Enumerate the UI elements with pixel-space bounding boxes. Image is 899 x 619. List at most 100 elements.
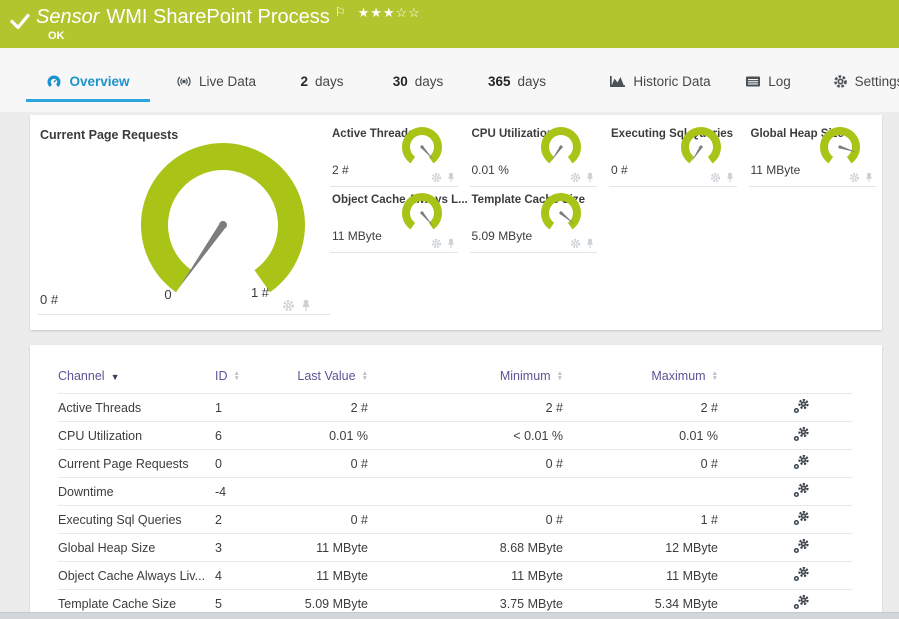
pin-gauge-icon[interactable] <box>725 172 735 183</box>
cell-minimum: 0 # <box>368 506 563 534</box>
channel-settings-gear-icon[interactable] <box>793 454 810 473</box>
sort-icon: ▲▼ <box>362 372 368 381</box>
channel-settings-gear-icon[interactable] <box>793 510 810 529</box>
table-row[interactable]: Global Heap Size 3 11 MByte 8.68 MByte 1… <box>58 534 852 562</box>
mini-gauge-value: 0 # <box>611 163 628 177</box>
cell-id: 2 <box>215 506 293 534</box>
mini-gauge-panel: Template Cache Size 5.09 MByte <box>470 187 598 253</box>
tab-2-days[interactable]: 2 days <box>292 63 352 99</box>
pin-gauge-icon[interactable] <box>446 172 456 183</box>
column-header-maximum[interactable]: Maximum▲▼ <box>563 359 718 394</box>
gear-icon <box>833 74 848 89</box>
table-row[interactable]: CPU Utilization 6 0.01 % < 0.01 % 0.01 % <box>58 422 852 450</box>
table-row[interactable]: Active Threads 1 2 # 2 # 2 # <box>58 394 852 422</box>
mini-gauges-grid: Active Threads 2 # CPU Utilization <box>330 121 876 253</box>
channel-settings-gear-icon[interactable] <box>793 398 810 417</box>
priority-stars[interactable]: ★★★☆☆ <box>358 5 421 20</box>
cell-maximum: 1 # <box>563 506 718 534</box>
channel-settings-gear-icon[interactable] <box>793 426 810 445</box>
table-header-row: Channel▼ ID▲▼ Last Value▲▼ Minimum▲▼ Max… <box>58 359 852 394</box>
cell-id: -4 <box>215 478 293 506</box>
cell-channel[interactable]: Active Threads <box>58 394 215 422</box>
column-header-id[interactable]: ID▲▼ <box>215 359 293 394</box>
cell-channel[interactable]: Current Page Requests <box>58 450 215 478</box>
gauge-settings-gear-icon[interactable] <box>570 238 581 249</box>
channel-table-panel: Channel▼ ID▲▼ Last Value▲▼ Minimum▲▼ Max… <box>30 345 882 612</box>
cell-last-value: 0 # <box>293 450 368 478</box>
tab-historic-data[interactable]: Historic Data <box>606 63 714 99</box>
cell-last-value: 11 MByte <box>293 534 368 562</box>
sort-desc-icon: ▼ <box>111 372 120 382</box>
mini-gauge-dial <box>398 192 446 236</box>
tab-settings[interactable]: Settings <box>826 63 899 99</box>
channel-settings-gear-icon[interactable] <box>793 538 810 557</box>
cell-id: 6 <box>215 422 293 450</box>
cell-minimum: < 0.01 % <box>368 422 563 450</box>
cell-minimum <box>368 478 563 506</box>
cell-maximum: 0 # <box>563 450 718 478</box>
cell-id: 4 <box>215 562 293 590</box>
flag-icon[interactable]: ⚐ <box>335 5 346 19</box>
object-kind-label: Sensor <box>36 6 99 28</box>
cell-minimum: 8.68 MByte <box>368 534 563 562</box>
channel-settings-gear-icon[interactable] <box>793 482 810 501</box>
cell-maximum: 12 MByte <box>563 534 718 562</box>
pin-gauge-icon[interactable] <box>585 238 595 249</box>
cell-minimum: 0 # <box>368 450 563 478</box>
pin-gauge-icon[interactable] <box>446 238 456 249</box>
page-title: WMI SharePoint Process <box>106 6 329 28</box>
table-row[interactable]: Object Cache Always Liv... 4 11 MByte 11… <box>58 562 852 590</box>
cell-channel[interactable]: Object Cache Always Liv... <box>58 562 215 590</box>
cell-maximum: 0.01 % <box>563 422 718 450</box>
tab-log[interactable]: Log <box>738 63 798 99</box>
mini-gauge-needle <box>690 145 703 163</box>
sort-icon: ▲▼ <box>557 372 563 381</box>
mini-gauge-dial <box>537 126 585 170</box>
tab-overview[interactable]: Overview <box>26 63 150 102</box>
pin-gauge-icon[interactable] <box>300 299 312 312</box>
cell-channel[interactable]: Downtime <box>58 478 215 506</box>
pin-gauge-icon[interactable] <box>585 172 595 183</box>
status-badge: OK <box>48 30 65 42</box>
cell-id: 0 <box>215 450 293 478</box>
pin-gauge-icon[interactable] <box>864 172 874 183</box>
column-header-last-value[interactable]: Last Value▲▼ <box>293 359 368 394</box>
column-header-channel[interactable]: Channel▼ <box>58 359 215 394</box>
mini-gauge-dial <box>816 126 864 170</box>
gauge-settings-gear-icon[interactable] <box>282 299 295 312</box>
tab-label: Settings <box>855 74 899 89</box>
gauge-scale-min: 0 <box>157 287 179 302</box>
gauge-settings-gear-icon[interactable] <box>849 172 860 183</box>
cell-channel[interactable]: Executing Sql Queries <box>58 506 215 534</box>
tab-365-days[interactable]: 365 days <box>478 63 556 99</box>
gauge-settings-gear-icon[interactable] <box>570 172 581 183</box>
divider <box>38 314 330 315</box>
channel-table: Channel▼ ID▲▼ Last Value▲▼ Minimum▲▼ Max… <box>58 359 852 618</box>
mini-gauge-panel: CPU Utilization 0.01 % <box>470 121 598 187</box>
gauge-settings-gear-icon[interactable] <box>431 238 442 249</box>
table-row[interactable]: Downtime -4 <box>58 478 852 506</box>
tab-30-days[interactable]: 30 days <box>384 63 452 99</box>
cell-channel[interactable]: Global Heap Size <box>58 534 215 562</box>
live-broadcast-icon <box>176 74 192 89</box>
channel-settings-gear-icon[interactable] <box>793 566 810 585</box>
sort-icon: ▲▼ <box>712 372 718 381</box>
tab-label: Overview <box>69 74 129 89</box>
table-row[interactable]: Executing Sql Queries 2 0 # 0 # 1 # <box>58 506 852 534</box>
tab-label: days <box>415 74 444 89</box>
cell-channel[interactable]: CPU Utilization <box>58 422 215 450</box>
gauge-settings-gear-icon[interactable] <box>710 172 721 183</box>
channel-settings-gear-icon[interactable] <box>793 594 810 613</box>
gauge-dial <box>135 139 311 301</box>
mini-gauge-value: 11 MByte <box>332 229 382 243</box>
mini-gauge-panel: Executing Sql Queries 0 # <box>609 121 737 187</box>
tab-label: Historic Data <box>633 74 710 89</box>
gauge-settings-gear-icon[interactable] <box>431 172 442 183</box>
column-header-minimum[interactable]: Minimum▲▼ <box>368 359 563 394</box>
tab-label: days <box>518 74 547 89</box>
table-row[interactable]: Current Page Requests 0 0 # 0 # 0 # <box>58 450 852 478</box>
cell-last-value: 0 # <box>293 506 368 534</box>
footer-strip <box>0 612 899 619</box>
tab-live-data[interactable]: Live Data <box>168 63 264 99</box>
gauge-current-value: 0 # <box>40 292 58 307</box>
